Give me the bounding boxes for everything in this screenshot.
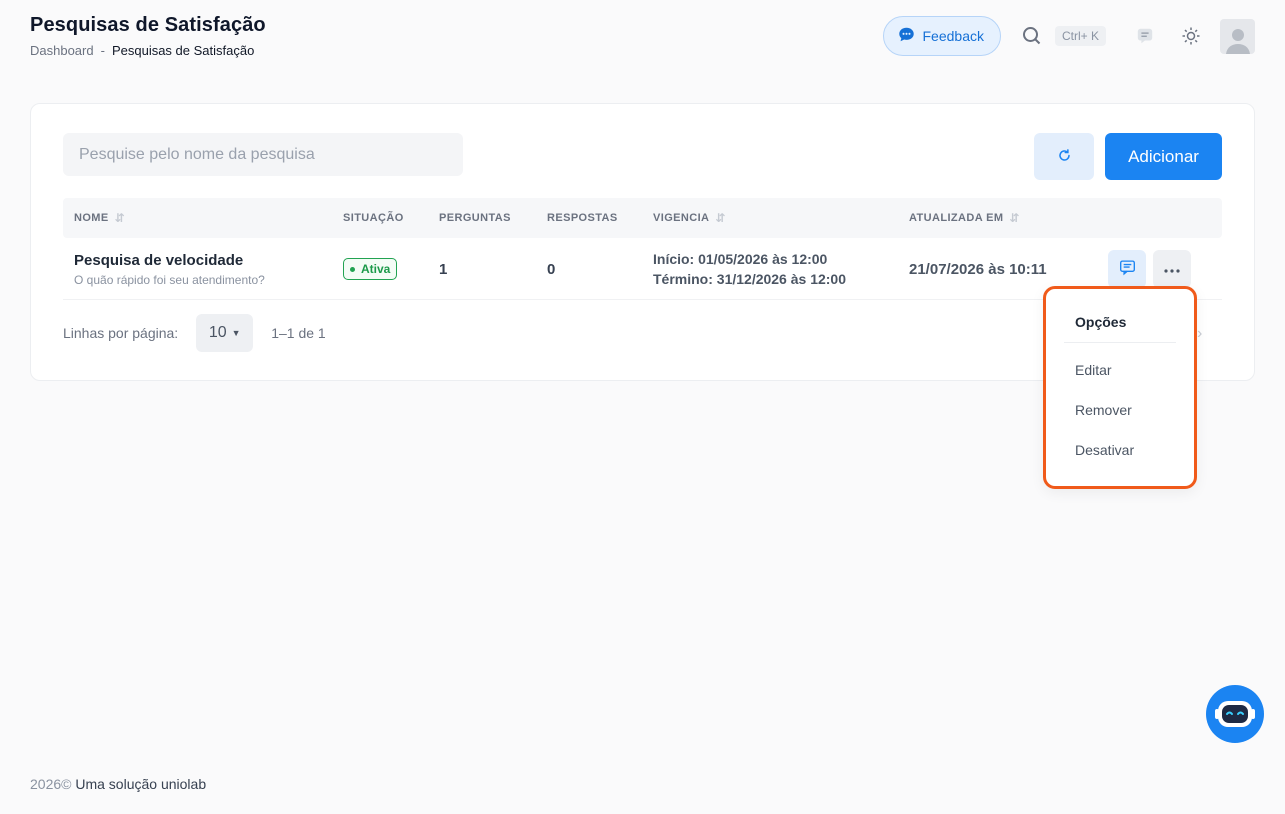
search-input[interactable] <box>63 133 463 176</box>
status-cell: Ativa <box>343 258 398 280</box>
status-dot <box>350 266 355 272</box>
column-status: SITUAÇÃO <box>343 212 404 224</box>
avatar[interactable] <box>1220 18 1255 54</box>
sort-icon: ⇵ <box>114 211 126 225</box>
page-header: Pesquisas de Satisfação Dashboard - Pesq… <box>30 14 266 58</box>
refresh-icon <box>1057 148 1072 166</box>
more-horizontal-icon <box>1163 262 1181 277</box>
breadcrumb-separator: - <box>100 43 105 58</box>
validity-start: Início: 01/05/2026 às 12:00 <box>653 251 828 267</box>
options-menu: Opções Editar Remover Desativar <box>1043 286 1197 489</box>
pagination-range: 1–1 de 1 <box>271 325 326 341</box>
menu-item-remove[interactable]: Remover <box>1075 402 1132 418</box>
menu-divider <box>1064 342 1176 343</box>
footer-text: Uma solução uniolab <box>71 776 207 792</box>
sort-icon: ⇵ <box>1009 211 1020 225</box>
caret-down-icon: ▼ <box>231 328 241 338</box>
status-badge: Ativa <box>343 258 398 280</box>
search-icon[interactable] <box>1021 25 1043 47</box>
message-icon <box>1119 259 1136 279</box>
responses-button[interactable] <box>1108 250 1146 288</box>
column-updated[interactable]: ATUALIZADA EM ⇵ <box>909 198 1020 238</box>
rows-per-page-label: Linhas por página: <box>63 325 179 341</box>
column-responses: RESPOSTAS <box>547 212 618 224</box>
chatbot-button[interactable] <box>1206 685 1264 743</box>
footer: 2026© Uma solução uniolab <box>30 776 206 792</box>
survey-name: Pesquisa de velocidade <box>74 252 244 269</box>
questions-count: 1 <box>439 261 448 278</box>
topbar: Feedback Ctrl+ K <box>882 16 1255 56</box>
chat-bubble-icon <box>898 26 915 46</box>
rows-per-page-select[interactable]: 10 ▼ <box>196 314 254 352</box>
add-button[interactable]: Adicionar <box>1105 133 1222 180</box>
survey-description: O quão rápido foi seu atendimento? <box>74 273 265 287</box>
responses-count: 0 <box>547 261 556 278</box>
menu-item-deactivate[interactable]: Desativar <box>1075 442 1134 458</box>
updated-at: 21/07/2026 às 10:11 <box>909 261 1047 278</box>
footer-year: 2026© <box>30 776 72 792</box>
breadcrumb-current: Pesquisas de Satisfação <box>111 43 255 58</box>
more-options-button[interactable] <box>1153 250 1191 288</box>
validity-cell: Início: 01/05/2026 às 12:00 Término: 31/… <box>653 249 846 289</box>
feedback-label: Feedback <box>922 28 984 44</box>
sort-icon: ⇵ <box>715 211 726 225</box>
column-validity[interactable]: VIGENCIA ⇵ <box>653 198 726 238</box>
breadcrumb: Dashboard - Pesquisas de Satisfação <box>30 43 266 58</box>
validity-end: Término: 31/12/2026 às 12:00 <box>653 271 847 287</box>
page-title: Pesquisas de Satisfação <box>30 14 266 36</box>
chevron-right-icon[interactable]: › <box>1197 325 1202 343</box>
survey-name-cell: Pesquisa de velocidade O quão rápido foi… <box>74 252 265 287</box>
robot-icon <box>1212 689 1258 740</box>
pagination: Linhas por página: 10 ▼ 1–1 de 1 <box>63 314 326 352</box>
menu-item-edit[interactable]: Editar <box>1075 362 1112 378</box>
feedback-button[interactable]: Feedback <box>882 16 1001 56</box>
breadcrumb-dashboard[interactable]: Dashboard <box>30 43 94 58</box>
search-shortcut: Ctrl+ K <box>1054 26 1106 46</box>
refresh-button[interactable] <box>1034 133 1094 180</box>
messages-icon[interactable] <box>1134 25 1156 47</box>
menu-title: Opções <box>1075 314 1127 330</box>
column-questions: PERGUNTAS <box>439 212 511 224</box>
table-header: NOME ⇵ SITUAÇÃO PERGUNTAS RESPOSTAS VIGEN… <box>63 198 1222 238</box>
column-name[interactable]: NOME ⇵ <box>74 198 125 238</box>
theme-sun-icon[interactable] <box>1180 25 1202 47</box>
